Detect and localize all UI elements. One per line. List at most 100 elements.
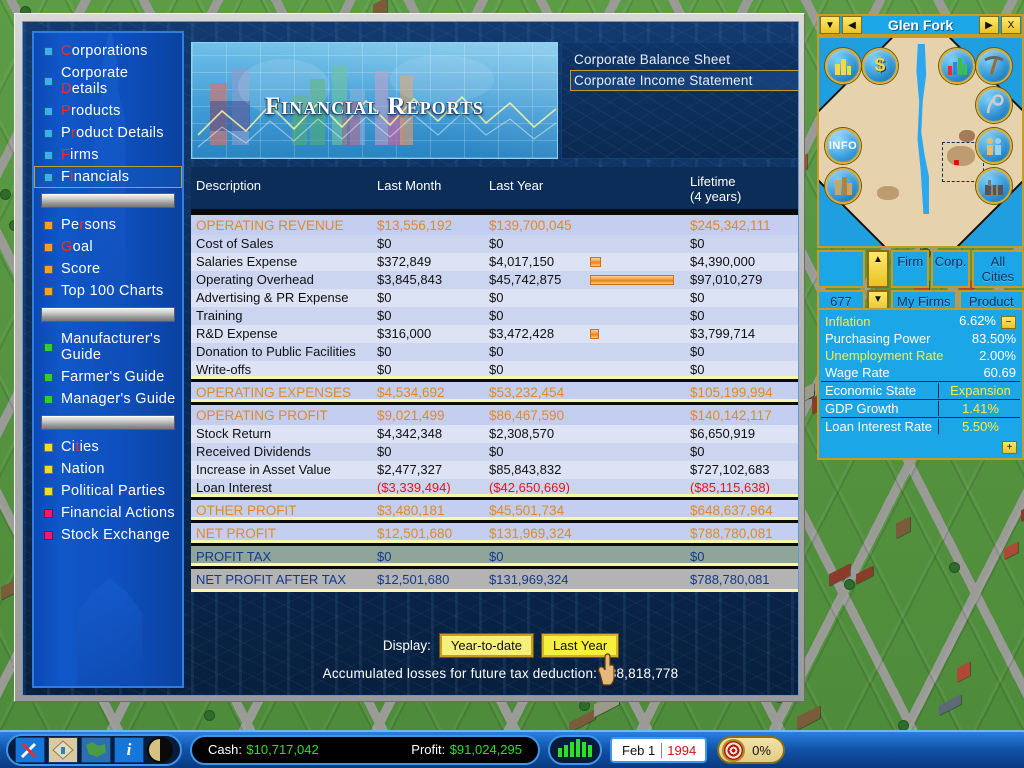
sidebar-item-corporations[interactable]: Corporations — [34, 40, 182, 62]
sidebar-item-score[interactable]: Score — [34, 258, 182, 280]
people-icon[interactable] — [976, 128, 1012, 164]
world-map-icon[interactable] — [81, 737, 111, 763]
mining-icon[interactable] — [976, 48, 1012, 84]
goal-progress-widget[interactable]: 0% — [717, 736, 785, 764]
scope-button-firm[interactable]: Firm — [891, 250, 930, 288]
sidebar-item-nation[interactable]: Nation — [34, 458, 182, 480]
row-last-month: $12,501,680 — [377, 572, 450, 587]
tab-corporate-income-statement[interactable]: Corporate Income Statement — [570, 70, 798, 91]
row-last-year: $85,843,832 — [489, 462, 562, 477]
economy-value: Expansion — [938, 383, 1016, 398]
factory-icon[interactable] — [976, 168, 1012, 204]
farm-icon[interactable] — [976, 87, 1012, 123]
profit-group: Profit: $91,024,295 — [411, 741, 522, 759]
sidebar-item-label: Products — [61, 103, 121, 119]
row-last-month: $0 — [377, 444, 392, 459]
table-row: Donation to Public Facilities $0 $0 $0 — [191, 343, 798, 361]
sidebar-item-financial-actions[interactable]: Financial Actions — [34, 502, 182, 524]
sidebar-bullet-icon — [44, 508, 53, 518]
economy-row: Loan Interest Rate 5.50% — [821, 417, 1020, 435]
economy-value: 2.00% — [979, 348, 1016, 363]
row-last-year: $131,969,324 — [489, 572, 569, 587]
sidebar-item-farmer-s-guide[interactable]: Farmer's Guide — [34, 366, 182, 388]
row-description: R&D Expense — [196, 326, 278, 341]
sidebar-bullet-icon — [44, 220, 53, 230]
map-diamond-icon[interactable] — [48, 737, 78, 763]
scope-button-all-cities[interactable]: All Cities — [971, 250, 1024, 288]
tab-corporate-balance-sheet[interactable]: Corporate Balance Sheet — [570, 49, 798, 70]
dropdown-arrow-icon[interactable]: ▼ — [820, 16, 840, 34]
next-city-button[interactable]: ▶ — [979, 16, 999, 34]
economy-value-group: 60.69 — [983, 365, 1016, 380]
info-label: INFO — [828, 140, 858, 152]
city-minimap[interactable]: $ INFO — [817, 36, 1024, 248]
money-icon[interactable]: $ — [862, 48, 898, 84]
sidebar-item-cities[interactable]: Cities — [34, 436, 182, 458]
row-magnitude-bar — [590, 257, 601, 267]
minimap-terrain-blotch — [959, 130, 975, 142]
game-speed-indicator[interactable] — [548, 735, 602, 765]
row-magnitude-bar — [590, 275, 674, 285]
sidebar-item-financials[interactable]: Financials — [34, 166, 182, 188]
report-type-selector: Corporate Balance Sheet Corporate Income… — [561, 42, 798, 159]
sidebar-bullet-icon — [44, 172, 53, 182]
sidebar-item-label: Persons — [61, 217, 117, 233]
economy-key: Economic State — [825, 383, 917, 398]
row-last-month: $316,000 — [377, 326, 432, 341]
row-last-month: $0 — [377, 308, 392, 323]
sidebar-item-political-parties[interactable]: Political Parties — [34, 480, 182, 502]
navigation-sidebar: Corporations Corporate Details Products Pro… — [32, 31, 184, 688]
bottom-status-bar: i Cash: $10,717,042 Profit: $91,024,295 … — [0, 730, 1024, 768]
table-row: NET PROFIT AFTER TAX $12,501,680 $131,969,… — [191, 563, 798, 589]
sidebar-item-label: Product Details — [61, 125, 164, 141]
column-header-lifetime: Lifetime (4 years) — [690, 174, 742, 204]
scope-button-corp[interactable]: Corp. — [931, 250, 970, 288]
row-lifetime: $3,799,714 — [690, 326, 756, 341]
building-icon[interactable] — [825, 168, 861, 204]
economy-value: 5.50% — [938, 419, 1016, 434]
build-tools-icon[interactable] — [15, 737, 45, 763]
row-lifetime: $727,102,683 — [690, 462, 770, 477]
sidebar-item-manufacturer-s-guide[interactable]: Manufacturer's Guide — [34, 328, 182, 366]
speed-bar — [582, 742, 586, 757]
tool-icon-group: i — [6, 734, 182, 766]
chart-icon[interactable] — [939, 48, 975, 84]
close-panel-button[interactable]: X — [1001, 16, 1021, 34]
scroll-up-button[interactable]: ▲ — [867, 250, 889, 288]
goal-percent-label: 0% — [752, 742, 771, 758]
sidebar-item-goal[interactable]: Goal — [34, 236, 182, 258]
sidebar-item-product-details[interactable]: Product Details — [34, 122, 182, 144]
sidebar-separator — [41, 307, 175, 322]
row-last-year: $0 — [489, 344, 504, 359]
minimap-terrain-blotch — [877, 186, 899, 200]
sidebar-item-persons[interactable]: Persons — [34, 214, 182, 236]
cash-group: Cash: $10,717,042 — [208, 741, 319, 759]
sidebar-item-products[interactable]: Products — [34, 100, 182, 122]
compass-icon[interactable] — [147, 737, 173, 763]
sidebar-item-label: Financials — [61, 169, 130, 185]
sidebar-item-manager-s-guide[interactable]: Manager's Guide — [34, 388, 182, 410]
info-icon[interactable]: INFO — [825, 128, 861, 164]
row-last-month: $2,477,327 — [377, 462, 443, 477]
date-day-label: Feb 1 — [616, 742, 663, 758]
sidebar-item-top-100-charts[interactable]: Top 100 Charts — [34, 280, 182, 302]
row-last-month: $9,021,499 — [377, 408, 445, 423]
sidebar-item-stock-exchange[interactable]: Stock Exchange — [34, 524, 182, 546]
row-description: Advertising & PR Expense — [196, 290, 349, 305]
sidebar-item-corporate-details[interactable]: Corporate Details — [34, 62, 182, 100]
economy-value: 6.62% — [959, 313, 996, 328]
sidebar-item-firms[interactable]: Firms — [34, 144, 182, 166]
economy-value: 60.69 — [983, 365, 1016, 380]
city-icon[interactable] — [825, 48, 861, 84]
sidebar-bullet-icon — [44, 530, 53, 540]
collapse-economy-button[interactable]: − — [1001, 316, 1016, 329]
economy-boxed-rows: Economic State Expansion GDP Growth 1.41% Lo… — [821, 381, 1020, 435]
table-row: Salaries Expense $372,849 $4,017,150 $4,390… — [191, 253, 798, 271]
row-last-month: $4,342,348 — [377, 426, 443, 441]
sidebar-bullet-icon — [44, 342, 53, 352]
display-label: Display: — [382, 638, 431, 653]
year-to-date-button[interactable]: Year-to-date — [439, 634, 533, 657]
expand-economy-button[interactable]: + — [1002, 441, 1017, 454]
info-icon[interactable]: i — [114, 737, 144, 763]
previous-city-button[interactable]: ◀ — [842, 16, 862, 34]
